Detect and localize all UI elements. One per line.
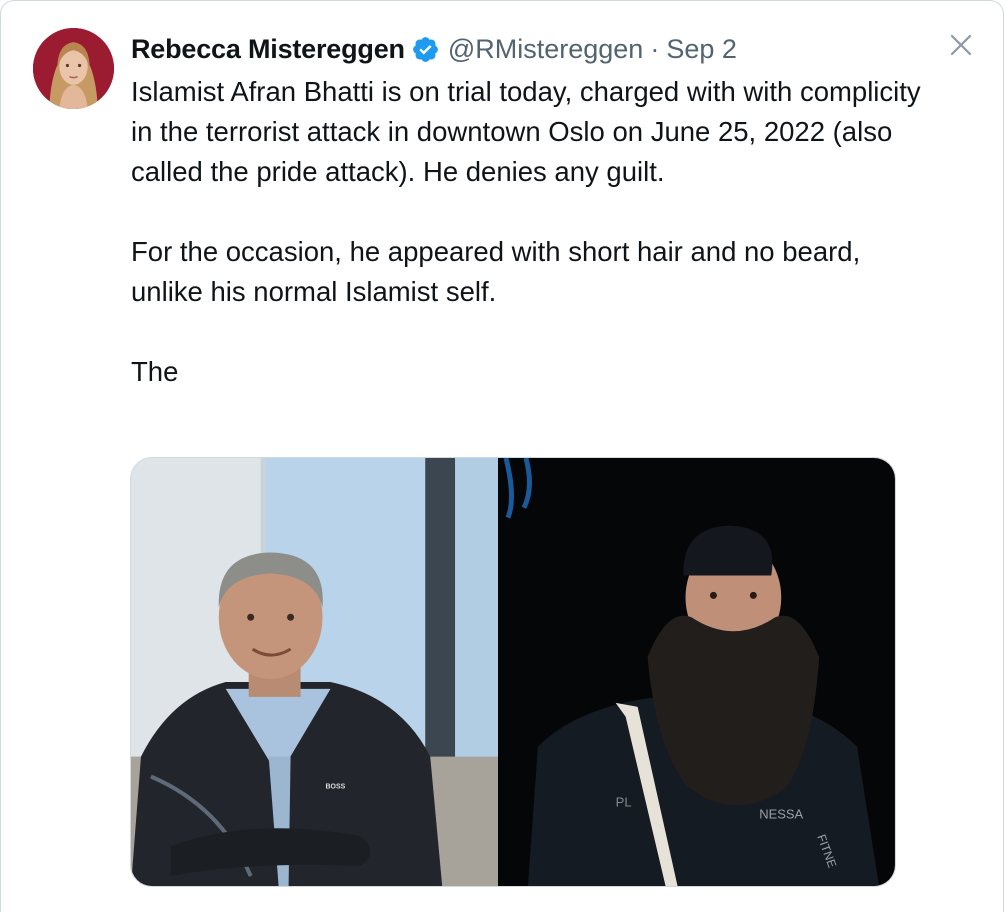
tweet-media[interactable]: BOSS PL NESSA FITNE	[130, 457, 896, 887]
photo-man-clean-shaven: BOSS	[131, 458, 499, 886]
verified-badge-icon[interactable]	[411, 35, 440, 64]
jacket-text: NESSA	[759, 806, 803, 821]
avatar-image	[33, 28, 114, 109]
jacket-text: PL	[616, 794, 632, 809]
close-icon[interactable]	[945, 29, 977, 61]
separator-dot: ·	[650, 33, 660, 64]
tweet-paragraph: The	[131, 356, 179, 387]
author-avatar[interactable]	[33, 28, 114, 109]
jacket-logo-text: BOSS	[325, 783, 345, 790]
tweet-paragraph: For the occasion, he appeared with short…	[131, 236, 861, 307]
author-name[interactable]: Rebecca Mistereggen	[131, 34, 405, 65]
tweet-paragraph: Islamist Afran Bhatti is on trial today,…	[131, 76, 921, 187]
photo-man-bearded: PL NESSA FITNE	[498, 458, 895, 886]
author-handle[interactable]: @RMistereggen	[448, 34, 644, 65]
tweet-date[interactable]: Sep 2	[666, 34, 737, 65]
tweet-card: Rebecca Mistereggen @RMistereggen · Sep …	[0, 0, 1004, 912]
tweet-header: Rebecca Mistereggen @RMistereggen · Sep …	[131, 31, 737, 67]
tweet-text: Islamist Afran Bhatti is on trial today,…	[131, 72, 921, 392]
